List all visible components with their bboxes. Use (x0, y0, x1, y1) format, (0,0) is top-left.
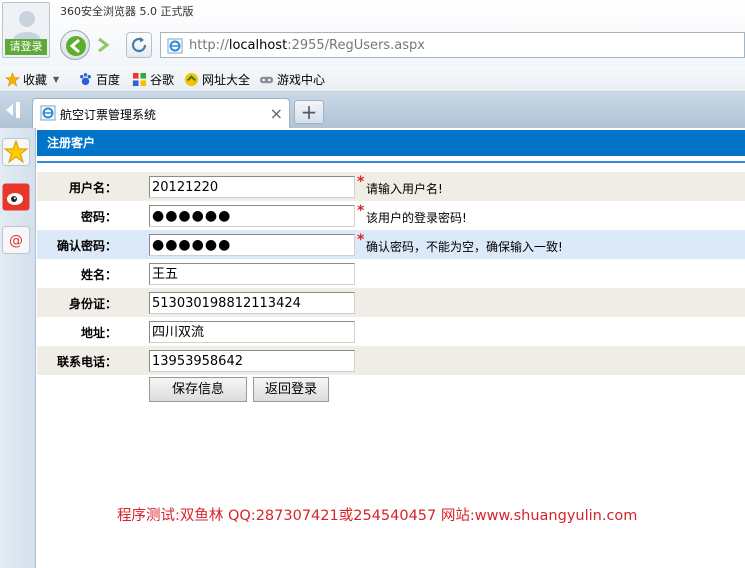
url-path: :2955/RegUsers.aspx (287, 38, 425, 53)
bookmarks-bar: 收藏 ▼ 百度 谷歌 网址大全 游戏中心 (0, 66, 745, 92)
field-label: 联系电话： (56, 355, 117, 369)
refresh-button[interactable] (126, 32, 152, 58)
bookmark-site-directory[interactable]: 网址大全 (184, 71, 250, 88)
form-row-username: 用户名： 20121220 * 请输入用户名! (37, 172, 745, 201)
bookmark-google[interactable]: 谷歌 (132, 71, 174, 88)
bookmark-favorites[interactable]: 收藏 ▼ (5, 71, 59, 88)
address-text: http://localhost:2955/RegUsers.aspx (189, 38, 425, 53)
gamepad-icon (259, 76, 274, 84)
field-label: 姓名： (80, 268, 117, 282)
mail-icon[interactable]: @ (2, 226, 30, 254)
weibo-icon[interactable] (2, 183, 30, 211)
form-row-id-card: 身份证： 513030198812113424 (37, 288, 745, 317)
arrow-left-icon (66, 36, 86, 56)
name-input[interactable]: 王五 (149, 263, 355, 285)
browser-sidebar: @ (0, 128, 36, 568)
chevron-down-icon: ▼ (53, 75, 60, 84)
required-mark: * (357, 203, 365, 219)
bookmark-label: 谷歌 (150, 73, 175, 87)
field-label: 确认密码： (56, 239, 117, 253)
baidu-paw-icon (80, 73, 91, 86)
password-input[interactable]: ●●●●●● (149, 205, 355, 227)
field-label: 地址： (80, 326, 117, 340)
form-row-phone: 联系电话： 13953958642 (37, 346, 745, 375)
app-title: 360安全浏览器 5.0 正式版 (60, 5, 194, 18)
required-mark: * (357, 232, 365, 248)
favorites-star-icon[interactable] (2, 138, 30, 166)
field-hint: 请输入用户名! (366, 182, 443, 196)
field-label: 用户名： (68, 181, 117, 195)
url-host: localhost (228, 38, 288, 53)
url-prefix: http:// (189, 38, 229, 53)
username-input[interactable]: 20121220 (149, 176, 355, 198)
id-card-input[interactable]: 513030198812113424 (149, 292, 355, 314)
field-label: 身份证： (68, 297, 117, 311)
tab-label: 航空订票管理系统 (60, 108, 157, 122)
bookmark-game-center[interactable]: 游戏中心 (259, 71, 325, 88)
ie-page-icon (40, 105, 56, 121)
forward-button[interactable] (92, 34, 114, 56)
bookmark-label: 网址大全 (202, 73, 251, 87)
bookmark-baidu[interactable]: 百度 (78, 71, 120, 88)
site-directory-icon (184, 72, 199, 87)
back-to-login-button[interactable]: 返回登录 (253, 377, 329, 402)
google-icon (132, 72, 147, 87)
field-hint: 确认密码，不能为空，确保输入一致! (366, 240, 563, 254)
user-avatar-icon (13, 11, 41, 41)
page-content: 注册客户 用户名： 20121220 * 请输入用户名! 密码： ●●●●●● … (37, 128, 745, 568)
form-row-name: 姓名： 王五 (37, 259, 745, 288)
browser-titlebar: 请登录 360安全浏览器 5.0 正式版 http://localhost:29… (0, 0, 745, 66)
save-button[interactable]: 保存信息 (149, 377, 247, 402)
bookmark-label: 游戏中心 (277, 73, 326, 87)
field-label: 密码： (80, 210, 117, 224)
close-tab-icon[interactable]: × (270, 104, 283, 123)
address-input[interactable]: 四川双流 (149, 321, 355, 343)
tab-strip: 航空订票管理系统 × + (0, 92, 745, 128)
login-button[interactable]: 请登录 (5, 39, 47, 55)
back-button[interactable] (60, 30, 90, 60)
form-row-confirm-password: 确认密码： ●●●●●● * 确认密码，不能为空，确保输入一致! (37, 230, 745, 259)
sidebar-toggle-icon[interactable] (2, 100, 24, 120)
refresh-icon (131, 37, 147, 53)
form-row-password: 密码： ●●●●●● * 该用户的登录密码! (37, 201, 745, 230)
svg-text:@: @ (9, 233, 23, 249)
bookmark-label: 收藏 (23, 73, 48, 87)
tab-flight-booking[interactable]: 航空订票管理系统 × (32, 98, 290, 128)
form-row-address: 地址： 四川双流 (37, 317, 745, 346)
field-hint: 该用户的登录密码! (366, 211, 467, 225)
page-title: 注册客户 (37, 130, 745, 156)
star-icon (5, 72, 20, 87)
login-avatar-box[interactable]: 请登录 (2, 2, 50, 58)
required-mark: * (357, 174, 365, 190)
new-tab-button[interactable]: + (294, 100, 324, 124)
bookmark-label: 百度 (96, 73, 121, 87)
footer-credits: 程序测试:双鱼林 QQ:287307421或254540457 网站:www.s… (117, 508, 638, 524)
phone-input[interactable]: 13953958642 (149, 350, 355, 372)
address-bar[interactable]: http://localhost:2955/RegUsers.aspx (160, 32, 745, 58)
ie-page-icon (167, 38, 183, 54)
confirm-password-input[interactable]: ●●●●●● (149, 234, 355, 256)
header-divider (37, 161, 745, 163)
